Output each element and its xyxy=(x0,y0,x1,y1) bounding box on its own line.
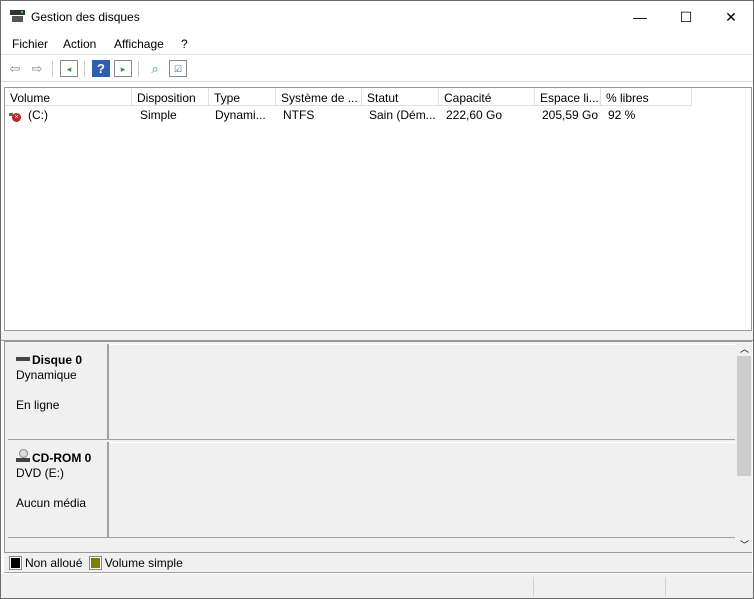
properties-icon[interactable]: ☑ xyxy=(169,60,187,77)
menu-affichage[interactable]: Affichage xyxy=(114,37,164,51)
forward-arrow-icon[interactable]: ⇨ xyxy=(28,60,46,77)
pane-splitter[interactable] xyxy=(1,331,753,341)
disk-type: Dynamique xyxy=(16,368,77,382)
maximize-button[interactable]: ☐ xyxy=(663,1,709,33)
disk-name: Disque 0 xyxy=(32,353,83,367)
status-divider xyxy=(665,577,666,596)
toolbar-separator xyxy=(84,61,85,77)
cell-type: Dynami... xyxy=(215,108,266,122)
disk-graphical-pane: Disque 0 Dynamique En ligne CD-ROM 0 DVD… xyxy=(4,341,752,553)
back-arrow-icon[interactable]: ⇦ xyxy=(6,60,24,77)
cdrom-0-label[interactable]: CD-ROM 0 DVD (E:) Aucun média xyxy=(8,442,109,538)
title-bar: Gestion des disques — ☐ ✕ xyxy=(1,1,753,33)
menu-help[interactable]: ? xyxy=(181,37,188,51)
scroll-down-icon[interactable]: ﹀ xyxy=(740,538,749,551)
close-button[interactable]: ✕ xyxy=(708,1,754,33)
disk-0-partitions[interactable] xyxy=(109,344,735,440)
disk-management-icon xyxy=(10,10,25,23)
cell-filesystem: NTFS xyxy=(283,108,315,122)
table-row[interactable]: × (C:) Simple Dynami... NTFS Sain (Dém..… xyxy=(5,88,751,126)
show-hide-console-tree-icon[interactable]: ◂ xyxy=(60,60,78,77)
cdrom-0-partitions[interactable] xyxy=(109,442,735,538)
status-divider xyxy=(533,577,534,596)
toolbar-separator xyxy=(52,61,53,77)
legend-unallocated: Non alloué xyxy=(25,556,83,570)
minimize-button[interactable]: — xyxy=(617,1,663,33)
cell-disposition: Simple xyxy=(140,108,177,122)
hard-disk-icon xyxy=(16,357,30,361)
window-title: Gestion des disques xyxy=(31,10,140,24)
cell-percent-free: 92 % xyxy=(608,108,636,122)
menu-fichier[interactable]: Fichier xyxy=(12,37,48,51)
connect-icon[interactable]: ⌕ xyxy=(146,60,164,77)
unallocated-swatch xyxy=(9,556,22,570)
show-action-pane-icon[interactable]: ▸ xyxy=(114,60,132,77)
cell-status: Sain (Dém... xyxy=(369,108,436,122)
disk-state: En ligne xyxy=(16,398,60,412)
volume-list: Volume Disposition Type Système de ... S… xyxy=(4,87,752,331)
legend: Non alloué Volume simple xyxy=(4,553,752,573)
disk-0-label[interactable]: Disque 0 Dynamique En ligne xyxy=(8,344,109,440)
disk-state: Aucun média xyxy=(16,496,87,510)
menu-action[interactable]: Action xyxy=(63,37,96,51)
disk-name: CD-ROM 0 xyxy=(32,451,92,465)
cd-rom-icon xyxy=(16,449,30,462)
cell-capacity: 222,60 Go xyxy=(446,108,503,122)
menu-bar: Fichier Action Affichage ? xyxy=(1,33,753,55)
help-icon[interactable]: ? xyxy=(92,60,110,77)
toolbar: ⇦ ⇨ ◂ ? ▸ ⌕ ☑ xyxy=(1,56,753,82)
cell-volume: (C:) xyxy=(28,108,48,122)
scroll-up-icon[interactable]: ︿ xyxy=(740,342,749,355)
vertical-scrollbar[interactable]: ︿ ﹀ xyxy=(736,342,752,552)
volume-error-icon: × xyxy=(9,112,21,122)
toolbar-separator xyxy=(138,61,139,77)
status-bar xyxy=(1,574,753,598)
cell-free-space: 205,59 Go xyxy=(542,108,599,122)
legend-simple-volume: Volume simple xyxy=(104,556,183,570)
simple-volume-swatch xyxy=(88,556,102,570)
disk-type: DVD (E:) xyxy=(16,466,64,480)
scrollbar-thumb[interactable] xyxy=(737,356,751,476)
